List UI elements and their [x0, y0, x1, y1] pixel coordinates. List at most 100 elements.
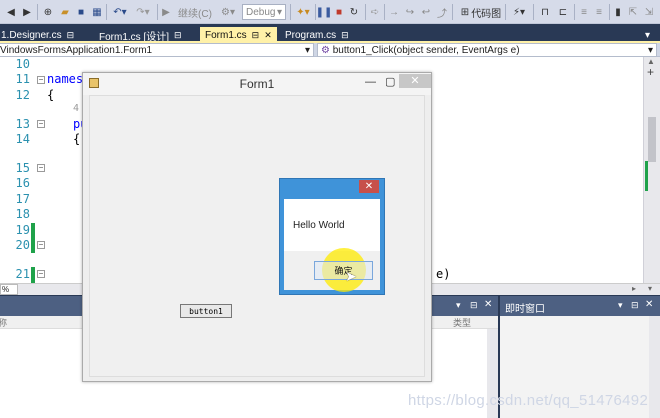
code-token: e) [436, 267, 451, 281]
zoom-combo[interactable]: % [0, 284, 18, 295]
messagebox-content: Hello World [284, 199, 380, 251]
collapse-icon[interactable]: − [37, 241, 45, 249]
immediate-window-title: 即时窗口 [505, 304, 545, 315]
form1-titlebar[interactable]: Form1 — ▢ ✕ [83, 73, 431, 95]
show-next-statement-icon[interactable]: ➪ [369, 3, 381, 21]
change-marker [31, 223, 35, 253]
line-number: 21 [15, 267, 30, 281]
close-icon[interactable]: ✕ [645, 299, 653, 310]
main-toolbar: ◀ ▶ ⊕ ▰ ■ ▦ ↶▾ ↷▾ ▶ 继续(C) ⚙▾ Debug ▾ ✦▾ … [0, 0, 660, 24]
close-icon[interactable]: ✕ [264, 30, 272, 41]
next-bookmark-icon[interactable]: ⇲ [643, 3, 655, 21]
code-reference-count: 4 [73, 103, 80, 114]
watermark-text: https://blog.csdn.net/qq_51476492 [408, 392, 649, 409]
new-project-icon[interactable]: ⊕ [41, 3, 55, 21]
tab-label: Program.cs [285, 29, 337, 41]
close-icon[interactable]: ✕ [359, 180, 379, 193]
code-map-icon: ⊞ [460, 6, 470, 18]
split-icon[interactable]: + [647, 66, 657, 78]
dropdown-icon[interactable]: ▾ [618, 300, 623, 311]
method-icon: ⚙ [321, 44, 330, 56]
open-folder-icon[interactable]: ▰ [58, 3, 72, 21]
format-icon[interactable]: ⊓ [538, 3, 552, 21]
forward-icon[interactable]: ▶ [20, 3, 34, 21]
dropdown-icon[interactable]: ▾ [456, 300, 461, 311]
bookmark-icon[interactable]: ▮ [613, 3, 623, 21]
close-icon[interactable]: ✕ [399, 74, 431, 88]
step-back-icon[interactable]: ⤴ [436, 3, 448, 21]
config-combo-value: Debug [246, 6, 276, 18]
thread-icon[interactable]: ⚡▾ [510, 3, 528, 21]
config-combo[interactable]: Debug ▾ [242, 4, 286, 20]
type-combo-value: VindowsFormsApplication1.Form1 [0, 44, 153, 56]
comment-icon[interactable]: ≡ [578, 3, 590, 21]
minimize-icon[interactable]: — [365, 76, 376, 88]
save-icon[interactable]: ■ [74, 3, 88, 21]
editor-vertical-scrollbar[interactable]: ▲ + [643, 57, 660, 283]
step-out-icon[interactable]: ↩ [420, 3, 432, 21]
maximize-icon[interactable]: ▢ [385, 75, 395, 88]
line-number: 16 [15, 176, 30, 190]
code-token: { [73, 132, 81, 146]
collapse-icon[interactable]: − [37, 120, 45, 128]
line-number: 13 [15, 117, 30, 131]
navigation-bar: VindowsFormsApplication1.Form1 ▾ ⚙ butto… [0, 43, 660, 57]
back-icon[interactable]: ◀ [4, 3, 18, 21]
uncomment-icon[interactable]: ≡ [593, 3, 605, 21]
column-name[interactable]: 称 [0, 316, 7, 329]
save-all-icon[interactable]: ▦ [90, 3, 104, 21]
prev-bookmark-icon[interactable]: ⇱ [627, 3, 639, 21]
scroll-right-icon[interactable]: ▸ [632, 284, 636, 293]
line-number: 12 [15, 88, 30, 102]
pin-icon[interactable]: ⊟ [174, 30, 182, 41]
code-map-button[interactable]: ⊞ 代码图 [456, 3, 506, 21]
continue-icon[interactable]: ▶ [161, 3, 171, 21]
member-combo-value: button1_Click(object sender, EventArgs e… [332, 44, 520, 56]
continue-button[interactable]: 继续(C) [173, 3, 217, 21]
pin-icon[interactable]: ⊟ [470, 300, 478, 311]
member-combo[interactable]: ⚙ button1_Click(object sender, EventArgs… [317, 43, 657, 57]
immediate-scrollbar[interactable] [649, 316, 660, 418]
collapse-icon[interactable]: − [37, 76, 45, 84]
line-number: 17 [15, 192, 30, 206]
line-number: 14 [15, 132, 30, 146]
collapse-icon[interactable]: − [37, 164, 45, 172]
find-icon[interactable]: ✦▾ [294, 3, 312, 21]
redo-icon[interactable]: ↷▾ [133, 3, 153, 21]
pin-icon[interactable]: ⊟ [67, 30, 75, 41]
messagebox-text: Hello World [293, 220, 345, 231]
restart-icon[interactable]: ↻ [348, 3, 360, 21]
settings-dropdown-icon[interactable]: ⚙▾ [218, 3, 238, 21]
line-number: 19 [15, 223, 30, 237]
pin-icon[interactable]: ⊟ [341, 30, 349, 41]
tab-label: Form1.cs [205, 29, 247, 41]
change-marker [31, 267, 35, 283]
immediate-window-header: 即时窗口 ▾ ⊟ ✕ [500, 296, 660, 316]
column-type[interactable]: 类型 [453, 316, 471, 329]
pause-icon[interactable]: ❚❚ [316, 3, 333, 21]
collapse-icon[interactable]: − [37, 270, 45, 278]
mouse-cursor-icon: ➤ [345, 268, 357, 284]
type-combo[interactable]: VindowsFormsApplication1.Form1 ▾ [0, 43, 314, 57]
close-icon[interactable]: ✕ [484, 299, 492, 310]
step-into-icon[interactable]: → [388, 3, 400, 21]
tab-label: 1.Designer.cs [1, 29, 62, 41]
scroll-down-icon[interactable]: ▾ [648, 284, 652, 293]
code-map-label: 代码图 [471, 8, 502, 20]
undo-icon[interactable]: ↶▾ [110, 3, 130, 21]
scroll-thumb[interactable] [648, 117, 656, 162]
ok-button[interactable]: 确定 [314, 261, 373, 280]
button1[interactable]: button1 [180, 304, 232, 318]
line-number: 10 [15, 57, 30, 71]
line-number: 11 [15, 72, 30, 86]
form1-title: Form1 [239, 77, 275, 91]
change-overview-marker [645, 161, 648, 191]
pin-icon[interactable]: ⊟ [631, 300, 639, 311]
zoom-value: % [2, 285, 10, 294]
stop-icon[interactable]: ■ [333, 3, 345, 21]
pin-icon[interactable]: ⊟ [252, 30, 260, 41]
chevron-down-icon: ▾ [276, 6, 282, 18]
align-icon[interactable]: ⊏ [556, 3, 570, 21]
code-token: { [47, 88, 55, 102]
step-over-icon[interactable]: ↪ [404, 3, 416, 21]
